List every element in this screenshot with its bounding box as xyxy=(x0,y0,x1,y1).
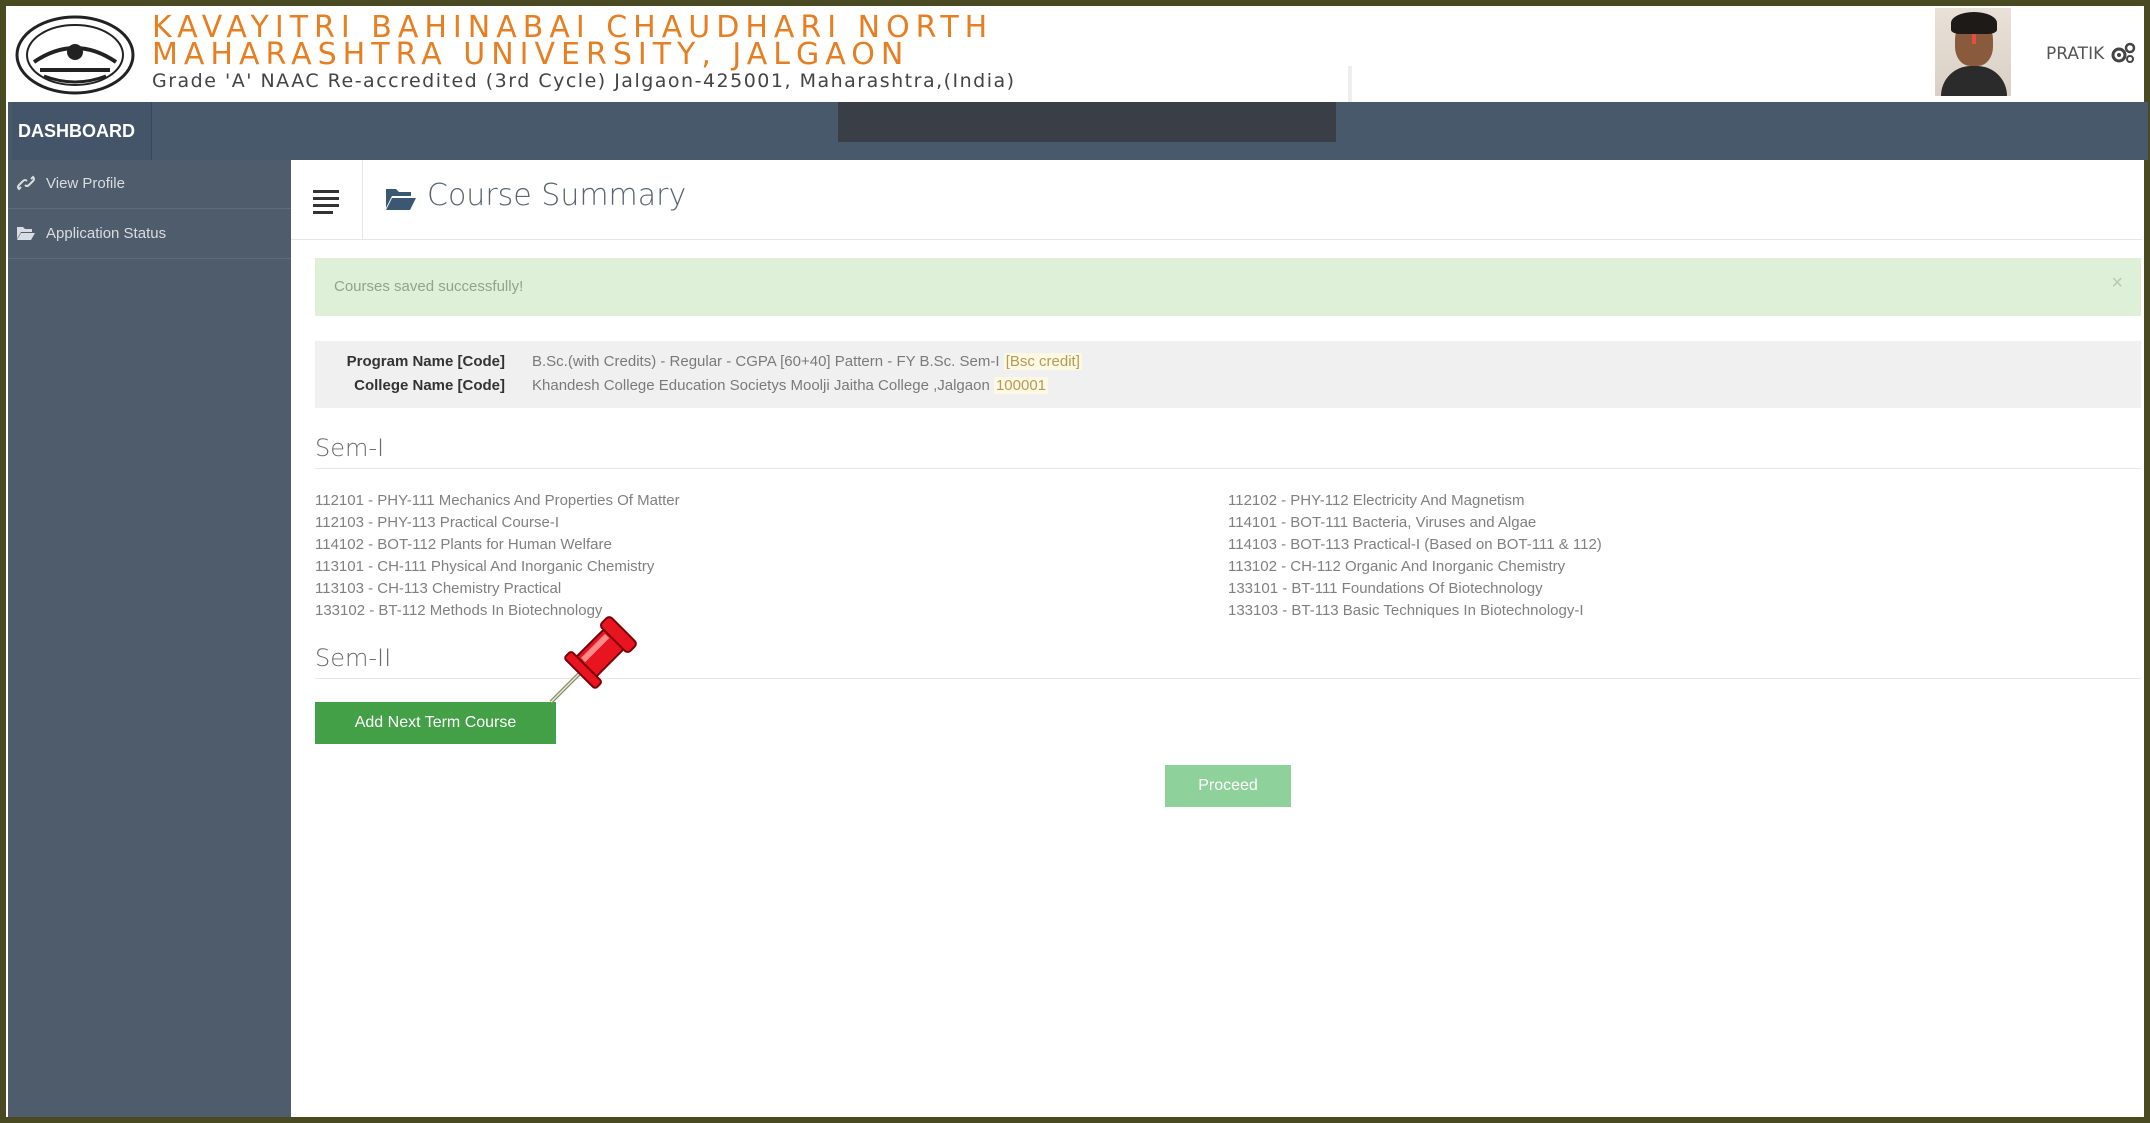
course-item: 112103 - PHY-113 Practical Course-I xyxy=(315,514,560,531)
top-nav-bar: DASHBOARD xyxy=(8,102,2148,160)
university-subtitle: Grade 'A' NAAC Re-accredited (3rd Cycle)… xyxy=(152,70,1016,92)
sidebar: View Profile Application Status xyxy=(8,160,291,1117)
sidebar-item-label: Application Status xyxy=(46,225,167,242)
user-avatar[interactable] xyxy=(1935,8,2011,96)
add-next-term-course-button[interactable]: Add Next Term Course xyxy=(315,702,556,744)
gear-icon[interactable] xyxy=(2110,42,2136,64)
sem1-heading: Sem-I xyxy=(315,434,2141,469)
site-header: KAVAYITRI BAHINABAI CHAUDHARI NORTH MAHA… xyxy=(8,6,2142,102)
course-item: 112102 - PHY-112 Electricity And Magneti… xyxy=(1228,492,1525,509)
sidebar-item-label: View Profile xyxy=(46,175,125,192)
course-item: 133103 - BT-113 Basic Techniques In Biot… xyxy=(1228,602,1584,619)
close-icon[interactable]: × xyxy=(2111,272,2123,295)
program-name-label: Program Name [Code] xyxy=(346,353,505,370)
program-code: [Bsc credit] xyxy=(1003,353,1082,370)
course-item: 113102 - CH-112 Organic And Inorganic Ch… xyxy=(1228,558,1566,575)
sidebar-item-application-status[interactable]: Application Status xyxy=(8,210,291,259)
dashboard-link[interactable]: DASHBOARD xyxy=(12,102,152,160)
header-divider xyxy=(1348,66,1352,102)
college-name-label: College Name [Code] xyxy=(354,377,505,394)
sidebar-toggle-button[interactable] xyxy=(291,160,363,240)
course-item: 114101 - BOT-111 Bacteria, Viruses and A… xyxy=(1228,514,1537,531)
program-name-value: B.Sc.(with Credits) - Regular - CGPA [60… xyxy=(532,353,1082,370)
college-code: 100001 xyxy=(993,377,1049,394)
page-title: Course Summary xyxy=(427,178,687,213)
link-icon xyxy=(17,175,35,191)
page-title-bar: Course Summary xyxy=(291,160,2142,240)
course-item: 113103 - CH-113 Chemistry Practical xyxy=(315,580,562,597)
college-name-text: Khandesh College Education Societys Mool… xyxy=(532,377,990,394)
course-item: 114103 - BOT-113 Practical-I (Based on B… xyxy=(1228,536,1602,553)
sidebar-item-view-profile[interactable]: View Profile xyxy=(8,160,291,209)
program-info-box: Program Name [Code] B.Sc.(with Credits) … xyxy=(315,341,2141,408)
alert-message: Courses saved successfully! xyxy=(334,278,524,295)
college-name-value: Khandesh College Education Societys Mool… xyxy=(532,377,1049,394)
folder-open-icon xyxy=(386,189,416,210)
university-name-line2: MAHARASHTRA UNIVERSITY, JALGAON xyxy=(152,37,910,72)
university-logo xyxy=(15,15,135,95)
proceed-button[interactable]: Proceed xyxy=(1165,765,1291,807)
course-item: 113101 - CH-111 Physical And Inorganic C… xyxy=(315,558,655,575)
course-item: 133101 - BT-111 Foundations Of Biotechno… xyxy=(1228,580,1543,597)
course-item: 112101 - PHY-111 Mechanics And Propertie… xyxy=(315,492,680,509)
course-item: 114102 - BOT-112 Plants for Human Welfar… xyxy=(315,536,612,553)
program-name-text: B.Sc.(with Credits) - Regular - CGPA [60… xyxy=(532,353,1000,370)
success-alert: Courses saved successfully! × xyxy=(315,258,2141,316)
redacted-area xyxy=(838,102,1336,142)
folder-open-icon xyxy=(17,227,35,240)
pushpin-annotation-icon xyxy=(549,616,637,704)
user-name[interactable]: PRATIK xyxy=(2046,44,2104,64)
university-name: KAVAYITRI BAHINABAI CHAUDHARI NORTH MAHA… xyxy=(152,13,993,72)
